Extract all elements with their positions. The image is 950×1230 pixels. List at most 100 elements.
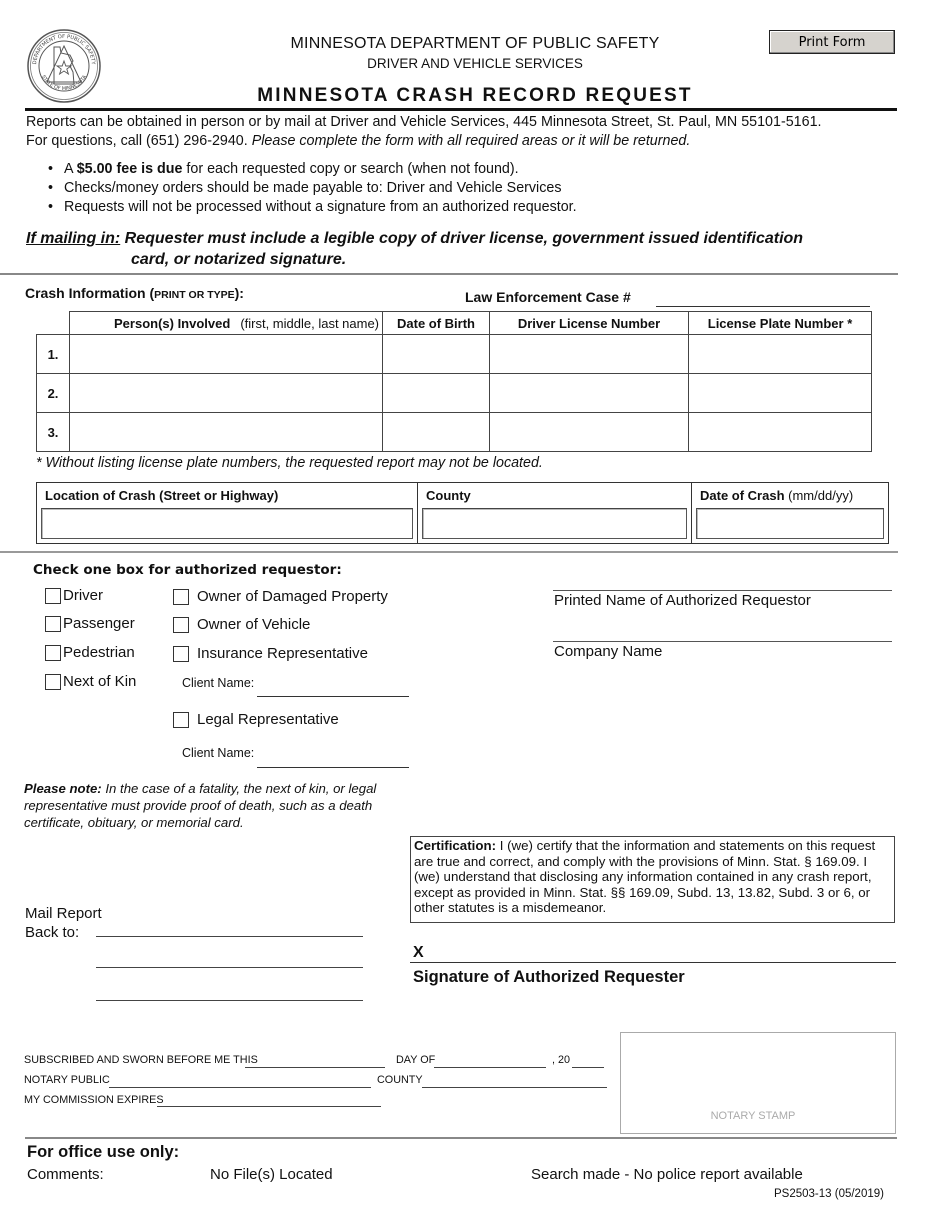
person-name-field[interactable] <box>69 373 383 413</box>
dob-field[interactable] <box>382 373 490 413</box>
company-name-label: Company Name <box>554 643 663 660</box>
dps-seal-logo: DEPARTMENT OF PUBLIC SAFETY STATE OF MIN… <box>27 29 101 103</box>
location-input[interactable] <box>41 508 413 539</box>
checkbox-legal-representative[interactable]: Legal Representative <box>173 711 339 728</box>
division-name: DRIVER AND VEHICLE SERVICES <box>367 56 583 71</box>
checkbox-driver[interactable]: Driver <box>45 587 103 604</box>
intro-complete-warning: Please complete the form with all requir… <box>251 133 691 149</box>
fatality-note: Please note: In the case of a fatality, … <box>24 781 377 830</box>
printed-name-field[interactable] <box>553 590 892 591</box>
signature-label: Signature of Authorized Requester <box>413 968 685 986</box>
requirements-list: A $5.00 fee is due for each requested co… <box>48 160 577 217</box>
checkbox-next-of-kin[interactable]: Next of Kin <box>45 673 136 690</box>
checkbox-icon[interactable] <box>173 616 189 633</box>
signature-mark: X <box>413 944 424 961</box>
driver-license-field[interactable] <box>489 373 689 413</box>
checkbox-icon[interactable] <box>45 644 61 661</box>
printed-name-label: Printed Name of Authorized Requestor <box>554 592 811 609</box>
county-cell: County <box>418 483 692 543</box>
dob-field[interactable] <box>382 412 490 452</box>
table-header-row: Person(s) Involved (first, middle, last n… <box>36 311 872 335</box>
office-search-made-label: Search made - No police report available <box>531 1166 803 1183</box>
signature-field[interactable] <box>410 962 896 963</box>
license-plate-field[interactable] <box>688 412 872 452</box>
checkbox-icon[interactable] <box>173 645 189 662</box>
checkbox-icon[interactable] <box>173 588 189 605</box>
person-name-field[interactable] <box>69 412 383 452</box>
person-name-field[interactable] <box>69 334 383 374</box>
day-of-label: DAY OF <box>396 1054 436 1066</box>
license-plate-field[interactable] <box>688 373 872 413</box>
insurance-client-name-field[interactable] <box>257 696 409 697</box>
office-no-file-label: No File(s) Located <box>210 1166 333 1183</box>
requirement-item: A $5.00 fee is due for each requested co… <box>48 160 577 179</box>
sworn-label: SUBSCRIBED AND SWORN BEFORE ME THIS <box>24 1054 258 1066</box>
column-header-dob: Date of Birth <box>382 311 490 335</box>
row-number: 2. <box>36 373 70 413</box>
driver-license-field[interactable] <box>489 334 689 374</box>
intro-phone-text: For questions, call (651) 296-2940. <box>26 133 252 149</box>
sworn-day-field[interactable] <box>245 1067 385 1068</box>
column-header-license-plate: License Plate Number * <box>688 311 872 335</box>
office-use-heading: For office use only: <box>27 1143 180 1161</box>
driver-license-field[interactable] <box>489 412 689 452</box>
notary-stamp-label: NOTARY STAMP <box>710 1110 796 1122</box>
section-divider <box>0 273 898 275</box>
print-form-button[interactable]: Print Form <box>769 30 895 54</box>
county-input[interactable] <box>422 508 687 539</box>
crash-date-cell: Date of Crash (mm/dd/yy) <box>692 483 888 543</box>
requirement-item: Checks/money orders should be made payab… <box>48 179 577 198</box>
county-notary-label: COUNTY <box>377 1074 423 1086</box>
client-name-label: Client Name: <box>182 746 255 760</box>
form-title: MINNESOTA CRASH RECORD REQUEST <box>257 85 693 106</box>
checkbox-icon[interactable] <box>45 615 61 632</box>
case-number-field[interactable] <box>656 306 870 307</box>
case-number-label: Law Enforcement Case # <box>465 289 631 305</box>
checkbox-passenger[interactable]: Passenger <box>45 615 135 632</box>
table-row: 2. <box>36 373 872 413</box>
checkbox-icon[interactable] <box>173 711 189 728</box>
checkbox-insurance-representative[interactable]: Insurance Representative <box>173 645 368 662</box>
crash-information-heading: Crash Information (PRINT OR TYPE): <box>25 285 244 301</box>
mail-address-line-2[interactable] <box>96 967 363 968</box>
plate-number-note: * Without listing license plate numbers,… <box>36 455 543 471</box>
agency-name: MINNESOTA DEPARTMENT OF PUBLIC SAFETY <box>290 35 660 52</box>
svg-text:STATE OF MINNESOTA: STATE OF MINNESOTA <box>40 74 88 92</box>
office-comments-label: Comments: <box>27 1166 104 1183</box>
notary-county-field[interactable] <box>422 1087 607 1088</box>
checkbox-icon[interactable] <box>45 587 61 604</box>
checkbox-pedestrian[interactable]: Pedestrian <box>45 644 135 661</box>
notary-public-field[interactable] <box>109 1087 371 1088</box>
checkbox-icon[interactable] <box>45 673 61 690</box>
fee-highlight: $5.00 fee is due <box>76 161 183 177</box>
form-number: PS2503-13 (05/2019) <box>774 1188 884 1200</box>
mail-address-line-1[interactable] <box>96 936 363 937</box>
location-label: Location of Crash (Street or Highway) <box>45 488 279 503</box>
column-header-driver-license: Driver License Number <box>489 311 689 335</box>
location-cell: Location of Crash (Street or Highway) <box>37 483 418 543</box>
mail-address-line-3[interactable] <box>96 1000 363 1001</box>
persons-involved-table: Person(s) Involved (first, middle, last n… <box>36 311 872 452</box>
requirement-item: Requests will not be processed without a… <box>48 198 577 217</box>
dob-field[interactable] <box>382 334 490 374</box>
checkbox-owner-of-vehicle[interactable]: Owner of Vehicle <box>173 616 310 633</box>
county-label: County <box>426 488 471 503</box>
sworn-month-field[interactable] <box>434 1067 546 1068</box>
crash-location-section: Location of Crash (Street or Highway) Co… <box>36 482 889 544</box>
checkbox-owner-damaged-property[interactable]: Owner of Damaged Property <box>173 588 388 605</box>
crash-date-label: Date of Crash (mm/dd/yy) <box>700 488 854 503</box>
section-divider <box>25 1137 897 1139</box>
commission-expires-field[interactable] <box>157 1106 381 1107</box>
sworn-year-field[interactable] <box>572 1067 604 1068</box>
legal-client-name-field[interactable] <box>257 767 409 768</box>
crash-date-input[interactable] <box>696 508 884 539</box>
license-plate-field[interactable] <box>688 334 872 374</box>
commission-label: MY COMMISSION EXPIRES <box>24 1094 164 1106</box>
client-name-label: Client Name: <box>182 676 255 690</box>
header-divider <box>25 108 897 111</box>
intro-questions: For questions, call (651) 296-2940. Plea… <box>26 133 690 149</box>
company-name-field[interactable] <box>553 641 892 642</box>
year-prefix-label: , 20 <box>552 1054 571 1066</box>
requestor-heading: Check one box for authorized requestor: <box>33 562 342 578</box>
section-divider <box>0 551 898 553</box>
